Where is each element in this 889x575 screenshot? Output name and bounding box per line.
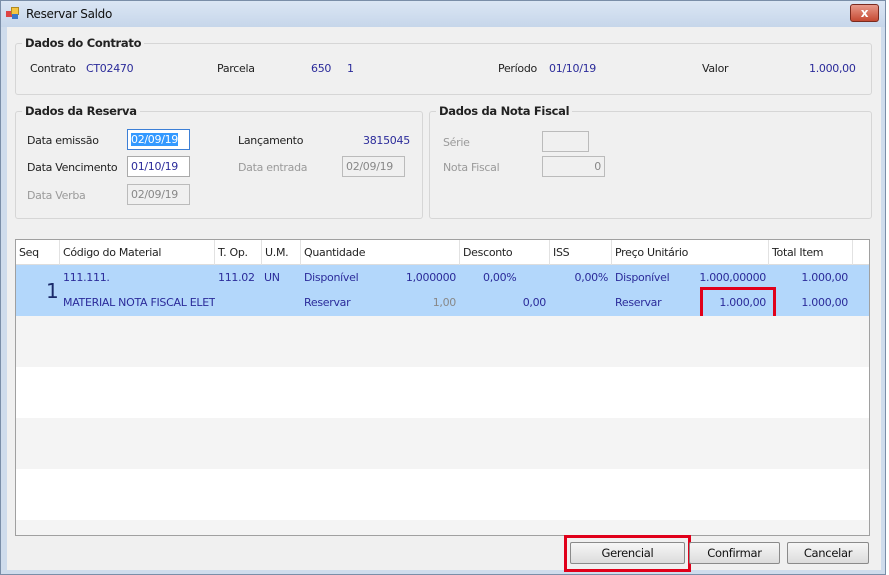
group-dados-nota-fiscal: Dados da Nota Fiscal Série Nota Fiscal 0 bbox=[429, 104, 872, 219]
title-bar[interactable]: Reservar Saldo x bbox=[1, 1, 885, 27]
col-preco[interactable]: Preço Unitário bbox=[612, 240, 769, 265]
iss: 0,00% bbox=[574, 271, 609, 284]
qtd-reservar[interactable]: 1,00 bbox=[376, 296, 457, 309]
serie-input bbox=[542, 131, 589, 152]
tipo-operacao: 111.02 bbox=[218, 271, 255, 284]
data-emissao-value: 02/09/19 bbox=[131, 133, 179, 146]
grid-header: Seq Código do Material T. Op. U.M. Quant… bbox=[16, 240, 869, 265]
gerencial-button[interactable]: Gerencial bbox=[570, 542, 685, 564]
parcela-number: 1 bbox=[347, 62, 354, 75]
nota-fiscal-label: Nota Fiscal bbox=[443, 161, 500, 174]
data-verba-input: 02/09/19 bbox=[127, 184, 190, 205]
preco-reservar-label: Reservar bbox=[615, 296, 662, 309]
data-emissao-label: Data emissão bbox=[27, 134, 99, 147]
col-quantidade[interactable]: Quantidade bbox=[301, 240, 460, 265]
unidade: UN bbox=[264, 271, 280, 284]
app-icon bbox=[6, 7, 19, 19]
group-title: Dados da Nota Fiscal bbox=[436, 104, 573, 118]
col-codigo[interactable]: Código do Material bbox=[60, 240, 215, 265]
empty-row bbox=[16, 520, 869, 535]
desconto-pct: 0,00% bbox=[483, 271, 517, 284]
dialog-client: Dados do Contrato Contrato CT02470 Parce… bbox=[7, 27, 881, 572]
descricao: MATERIAL NOTA FISCAL ELETR( bbox=[63, 296, 215, 309]
group-dados-reserva: Dados da Reserva Data emissão 02/09/19 D… bbox=[15, 104, 423, 219]
serie-label: Série bbox=[443, 136, 470, 149]
empty-row bbox=[16, 367, 869, 418]
empty-row bbox=[16, 316, 869, 367]
col-seq[interactable]: Seq bbox=[16, 240, 60, 265]
periodo-value: 01/10/19 bbox=[549, 62, 597, 75]
preco-disponivel: 1.000,00000 bbox=[699, 271, 766, 284]
col-top[interactable]: T. Op. bbox=[215, 240, 262, 265]
qtd-disponivel: 1,000000 bbox=[405, 271, 456, 284]
total-item-reservar: 1.000,00 bbox=[801, 296, 848, 309]
seq: 1 bbox=[46, 279, 59, 303]
close-button[interactable]: x bbox=[850, 4, 879, 22]
qtd-disponivel-label: Disponível bbox=[304, 271, 359, 284]
data-vencimento-label: Data Vencimento bbox=[27, 161, 118, 174]
table-row[interactable]: 1 111.111. MATERIAL NOTA FISCAL ELETR( 1… bbox=[16, 265, 869, 320]
data-vencimento-input[interactable]: 01/10/19 bbox=[127, 156, 190, 177]
data-entrada-input: 02/09/19 bbox=[342, 156, 405, 177]
contrato-value: CT02470 bbox=[86, 62, 134, 75]
contrato-label: Contrato bbox=[30, 62, 76, 75]
group-dados-contrato: Dados do Contrato Contrato CT02470 Parce… bbox=[15, 36, 872, 95]
group-title: Dados do Contrato bbox=[22, 36, 145, 50]
qtd-reservar-label: Reservar bbox=[304, 296, 351, 309]
col-um[interactable]: U.M. bbox=[262, 240, 301, 265]
valor-label: Valor bbox=[702, 62, 729, 75]
parcela-value: 650 bbox=[311, 62, 332, 75]
preco-disponivel-label: Disponível bbox=[615, 271, 670, 284]
periodo-label: Período bbox=[498, 62, 537, 75]
data-emissao-input[interactable]: 02/09/19 bbox=[127, 129, 190, 150]
parcela-label: Parcela bbox=[217, 62, 255, 75]
lancamento-label: Lançamento bbox=[238, 134, 304, 147]
valor-value: 1.000,00 bbox=[809, 62, 856, 75]
nota-fiscal-input: 0 bbox=[542, 156, 605, 177]
items-grid[interactable]: Seq Código do Material T. Op. U.M. Quant… bbox=[15, 239, 870, 536]
confirmar-button[interactable]: Confirmar bbox=[689, 542, 780, 564]
empty-row bbox=[16, 469, 869, 520]
col-iss[interactable]: ISS bbox=[550, 240, 612, 265]
cancelar-button[interactable]: Cancelar bbox=[787, 542, 869, 564]
col-total[interactable]: Total Item bbox=[769, 240, 853, 265]
total-item: 1.000,00 bbox=[801, 271, 848, 284]
empty-row bbox=[16, 418, 869, 469]
group-title: Dados da Reserva bbox=[22, 104, 140, 118]
window-title: Reservar Saldo bbox=[26, 7, 113, 21]
data-entrada-label: Data entrada bbox=[238, 161, 308, 174]
lancamento-value: 3815045 bbox=[363, 134, 410, 147]
col-desconto[interactable]: Desconto bbox=[460, 240, 550, 265]
desconto-valor: 0,00 bbox=[522, 296, 547, 309]
codigo: 111.111. bbox=[63, 271, 110, 284]
data-verba-label: Data Verba bbox=[27, 189, 86, 202]
dialog-window: Reservar Saldo x Dados do Contrato Contr… bbox=[0, 0, 886, 575]
